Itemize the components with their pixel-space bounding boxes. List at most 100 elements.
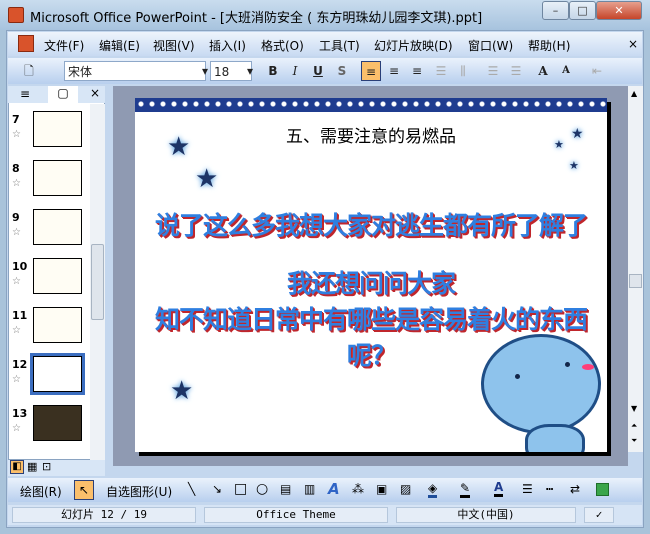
underline-button[interactable]: U — [309, 61, 327, 81]
scroll-up-icon[interactable]: ▲ — [631, 89, 637, 98]
align-left-icon[interactable]: ≡ — [361, 61, 381, 81]
menu-view[interactable]: 视图(V) — [153, 37, 195, 54]
next-slide-icon[interactable]: ⏷ — [631, 436, 637, 446]
bold-button[interactable]: B — [264, 61, 282, 81]
new-document-icon[interactable]: 🗋 — [20, 61, 38, 81]
minimize-button[interactable]: – — [542, 1, 569, 20]
menu-close-button[interactable]: × — [628, 37, 638, 51]
scrollbar-thumb[interactable] — [91, 244, 104, 320]
star-icon: ★ — [170, 376, 194, 406]
slides-tab[interactable]: ▢ — [48, 86, 78, 103]
dash-style-icon[interactable]: ┅ — [546, 482, 553, 496]
slide-text-line2[interactable]: 我还想问问大家 — [135, 264, 607, 300]
scrollbar-thumb[interactable] — [629, 274, 642, 288]
normal-view-icon[interactable]: ◧ — [10, 460, 24, 474]
slide-thumbnail-selected[interactable]: 12 ☆ — [9, 353, 91, 404]
pane-tabs: ≡ ▢ × — [8, 86, 105, 103]
slide-thumbnail[interactable]: 10 ☆ — [9, 258, 91, 306]
slideshow-icon[interactable]: ⊡ — [42, 460, 51, 473]
grow-font-button[interactable]: A — [534, 61, 552, 81]
star-icon: ★ — [569, 159, 579, 172]
slide-thumbnail[interactable]: 7 ☆ — [9, 111, 91, 159]
menu-insert[interactable]: 插入(I) — [209, 37, 246, 54]
slide-number: 12 — [12, 358, 28, 371]
autoshapes-menu-button[interactable]: 自选图形(U) — [106, 483, 172, 500]
thumbnail-image — [33, 209, 82, 245]
close-button[interactable]: ✕ — [596, 1, 642, 20]
slides-pane-scrollbar[interactable] — [90, 104, 105, 460]
slide-text-line1[interactable]: 说了这么多我想大家对逃生都有所了解了 — [135, 206, 607, 242]
rectangle-icon[interactable]: □ — [234, 481, 247, 497]
slide-counter: 幻灯片 12 / 19 — [12, 507, 196, 523]
thumbnail-image — [33, 160, 82, 196]
thumbnail-image — [33, 258, 82, 294]
fill-color-icon[interactable]: ◈ — [428, 481, 438, 498]
slide-title[interactable]: 五、需要注意的易燃品 — [135, 122, 607, 147]
oval-icon[interactable]: ○ — [256, 481, 268, 497]
slide-thumbnail[interactable]: 11 ☆ — [9, 307, 91, 355]
column-spacing-icon[interactable]: ⫼ — [454, 61, 472, 81]
view-buttons: ◧ ▦ ⊡ — [8, 460, 105, 476]
slide-number: 7 — [12, 113, 20, 126]
line-spacing-icon[interactable]: ☰ — [432, 61, 450, 81]
clipart-icon[interactable]: ▣ — [376, 482, 387, 496]
chevron-down-icon[interactable]: ▾ — [244, 61, 256, 81]
menu-slideshow[interactable]: 幻灯片放映(D) — [374, 37, 453, 54]
star-icon: ★ — [571, 126, 584, 142]
wordart-icon[interactable]: A — [328, 480, 340, 498]
italic-button[interactable]: I — [286, 61, 304, 81]
slide-number: 13 — [12, 407, 28, 420]
slide-number: 11 — [12, 309, 28, 322]
spelling-check-icon[interactable]: ✓ — [584, 507, 614, 523]
bullets-icon[interactable]: ☰ — [507, 61, 525, 81]
slide-sorter-icon[interactable]: ▦ — [27, 460, 37, 473]
slide-thumbnail[interactable]: 13 ☆ — [9, 405, 91, 453]
language-indicator: 中文(中国) — [396, 507, 576, 523]
line-color-icon[interactable]: ✎ — [460, 481, 471, 498]
vertical-textbox-icon[interactable]: ▥ — [304, 482, 315, 496]
outline-tab[interactable]: ≡ — [20, 87, 30, 101]
align-center-icon[interactable]: ≡ — [385, 61, 403, 81]
cartoon-cat-image — [473, 326, 607, 452]
line-style-icon[interactable]: ☰ — [522, 482, 533, 496]
slide-vertical-scrollbar[interactable]: ▲ ▼ ⏶ ⏷ — [628, 86, 643, 452]
slide-thumbnail[interactable]: 9 ☆ — [9, 209, 91, 257]
shadow-button[interactable]: S — [333, 61, 351, 81]
diagram-icon[interactable]: ⁂ — [352, 482, 364, 496]
align-right-icon[interactable]: ≡ — [408, 61, 426, 81]
menu-file[interactable]: 文件(F) — [44, 37, 84, 54]
previous-slide-icon[interactable]: ⏶ — [631, 421, 637, 431]
pane-close-button[interactable]: × — [90, 86, 100, 100]
menu-tools[interactable]: 工具(T) — [319, 37, 360, 54]
picture-icon[interactable]: ▨ — [400, 482, 411, 496]
shrink-font-button[interactable]: A — [557, 61, 575, 81]
textbox-icon[interactable]: ▤ — [280, 482, 291, 496]
draw-menu-button[interactable]: 绘图(R) — [20, 483, 62, 500]
star-icon: ★ — [195, 164, 219, 194]
menu-help[interactable]: 帮助(H) — [528, 37, 570, 54]
arrow-style-icon[interactable]: ⇄ — [570, 482, 580, 496]
document-icon — [18, 35, 34, 52]
star-icon: ★ — [167, 132, 191, 162]
slide-canvas[interactable]: 五、需要注意的易燃品 ★ ★ ★ ★ ★ ★ 说了这么多我想大家对逃生都有所了解… — [135, 98, 607, 452]
menu-window[interactable]: 窗口(W) — [468, 37, 513, 54]
animation-star-icon: ☆ — [12, 276, 21, 287]
font-color-icon[interactable]: A — [494, 480, 504, 497]
font-name-select[interactable]: 宋体 — [64, 61, 206, 81]
select-pointer-icon[interactable]: ↖ — [74, 480, 94, 500]
menu-edit[interactable]: 编辑(E) — [99, 37, 140, 54]
scroll-down-icon[interactable]: ▼ — [631, 404, 637, 413]
slide-number: 8 — [12, 162, 20, 175]
arrow-icon[interactable]: ↘ — [212, 482, 222, 496]
line-icon[interactable]: ╲ — [188, 482, 195, 496]
numbering-icon[interactable]: ☰ — [484, 61, 502, 81]
slide-thumbnail[interactable]: 8 ☆ — [9, 160, 91, 208]
menu-format[interactable]: 格式(O) — [261, 37, 304, 54]
animation-star-icon: ☆ — [12, 374, 21, 385]
window-title: Microsoft Office PowerPoint - [大班消防安全 ( … — [30, 11, 483, 26]
decrease-indent-icon[interactable]: ⇤ — [588, 61, 606, 81]
maximize-button[interactable]: □ — [569, 1, 596, 20]
shadow-style-icon[interactable] — [596, 483, 609, 496]
thumbnail-image — [30, 353, 85, 395]
thumbnail-image — [33, 307, 82, 343]
